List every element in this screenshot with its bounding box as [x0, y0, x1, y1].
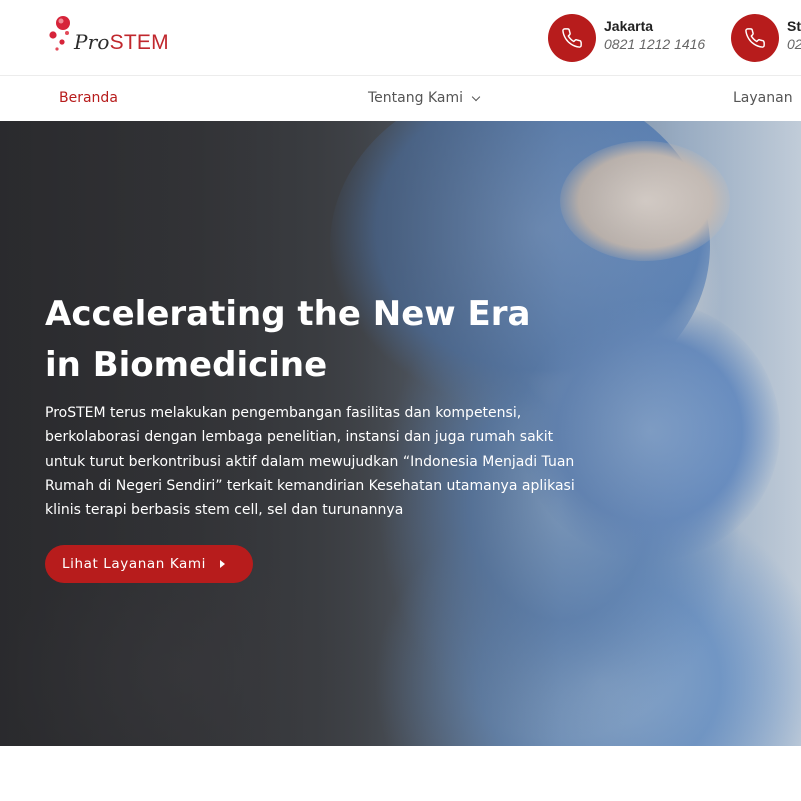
- contact-jakarta[interactable]: Jakarta 0821 1212 1416: [548, 14, 718, 62]
- nav-item-beranda[interactable]: Beranda: [59, 90, 118, 106]
- main-nav: Beranda Tentang Kami Layanan: [0, 76, 801, 121]
- contact-second[interactable]: St 02: [731, 14, 801, 62]
- prostem-logo[interactable]: ProSTEM: [46, 14, 196, 58]
- phone-icon[interactable]: [731, 14, 779, 62]
- phone-icon[interactable]: [548, 14, 596, 62]
- view-services-button[interactable]: Lihat Layanan Kami: [45, 545, 253, 583]
- nav-item-tentang-kami[interactable]: Tentang Kami: [368, 90, 481, 106]
- hero-title-line1: Accelerating the New Era: [45, 294, 531, 334]
- chevron-down-icon: [471, 92, 481, 101]
- site-header: ProSTEM Jakarta 0821 1212 1416 St 02: [0, 0, 801, 76]
- hero-description: ProSTEM terus melakukan pengembangan fas…: [45, 405, 575, 519]
- nav-item-label: Layanan: [733, 90, 793, 106]
- logo-pro-text: Pro: [74, 30, 110, 54]
- contact-phone[interactable]: 02: [787, 36, 801, 52]
- contact-city: St: [787, 18, 801, 34]
- hero-title: Accelerating the New Era in Biomedicine: [45, 289, 605, 391]
- nav-item-label: Tentang Kami: [368, 90, 463, 106]
- caret-right-icon: [220, 560, 226, 568]
- hero-title-line2: in Biomedicine: [45, 345, 328, 385]
- logo-stem-text: STEM: [109, 31, 169, 54]
- contact-city: Jakarta: [604, 18, 654, 34]
- contact-phone[interactable]: 0821 1212 1416: [604, 36, 705, 52]
- nav-item-label: Beranda: [59, 90, 118, 106]
- cta-label: Lihat Layanan Kami: [62, 556, 207, 572]
- hero-banner: Accelerating the New Era in Biomedicine …: [0, 121, 801, 746]
- nav-item-layanan[interactable]: Layanan: [733, 90, 793, 106]
